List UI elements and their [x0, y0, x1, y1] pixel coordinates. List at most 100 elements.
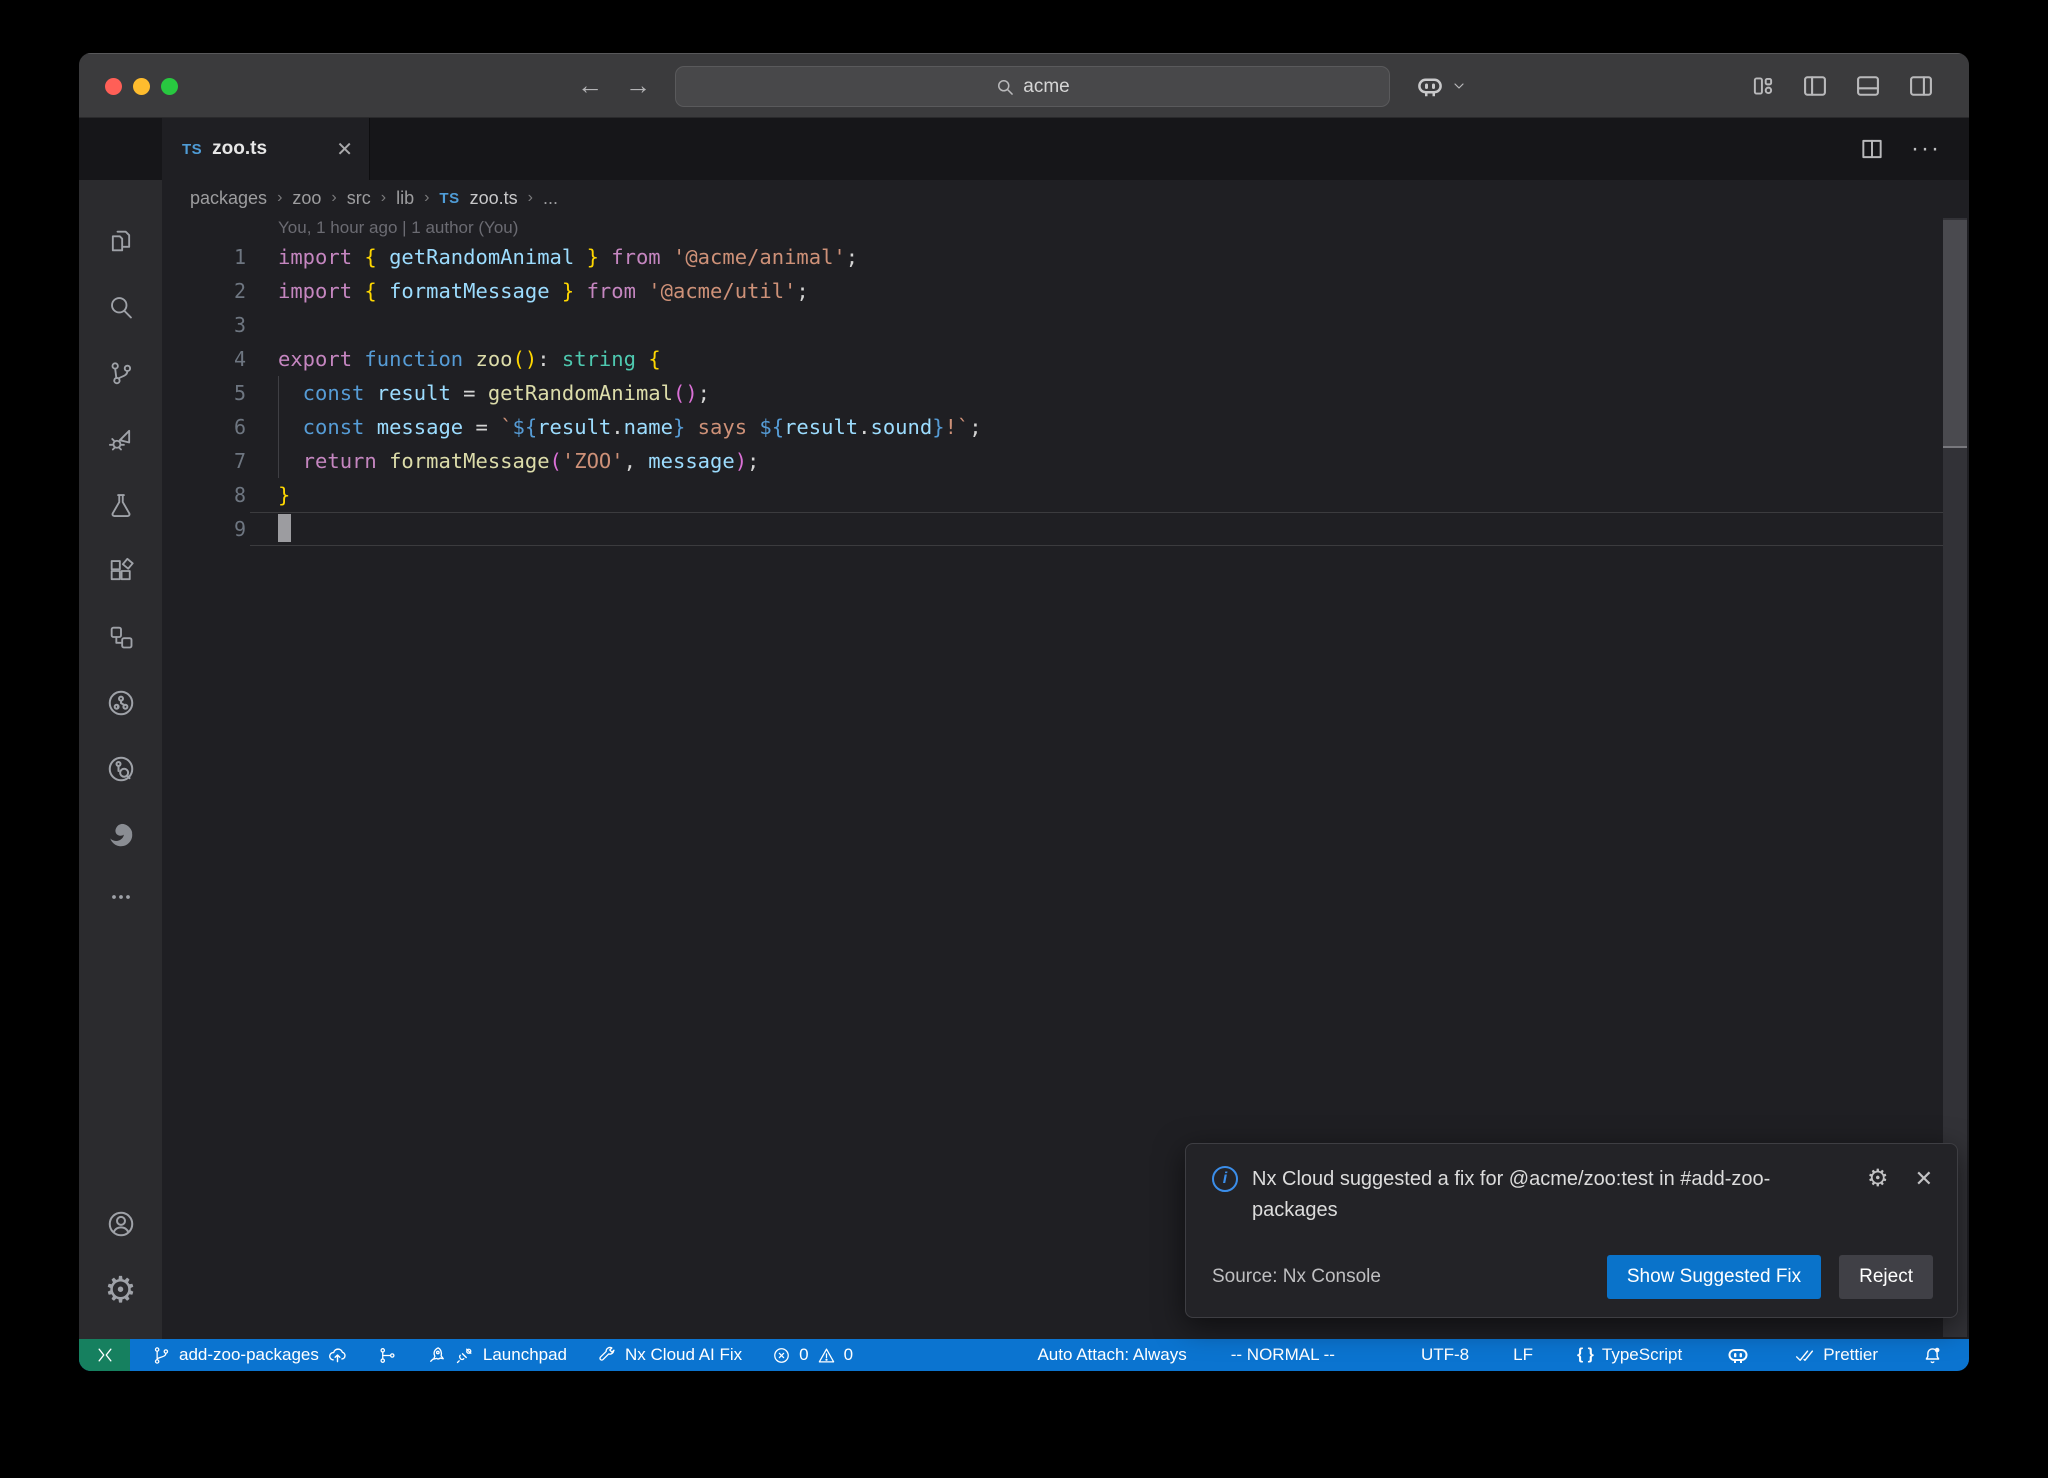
toggle-primary-sidebar-icon[interactable] — [1801, 72, 1829, 100]
zoom-window-button[interactable] — [161, 78, 178, 95]
reject-button[interactable]: Reject — [1839, 1255, 1933, 1299]
prettier-item[interactable]: Prettier — [1786, 1339, 1886, 1371]
edge-tools-icon[interactable] — [93, 802, 149, 868]
git-branch-icon — [152, 1346, 171, 1365]
title-bar: ← → acme — [79, 53, 1969, 118]
language-mode-item[interactable]: { } TypeScript — [1569, 1339, 1690, 1371]
close-window-button[interactable] — [105, 78, 122, 95]
double-check-icon — [1794, 1345, 1815, 1366]
code-line-3[interactable]: 3 — [162, 308, 1969, 342]
toggle-panel-icon[interactable] — [1854, 72, 1882, 100]
eol-item[interactable]: LF — [1505, 1339, 1541, 1371]
code-line-5[interactable]: 5 const result = getRandomAnimal(); — [162, 376, 1969, 410]
account-icon[interactable] — [93, 1191, 149, 1257]
launchpad-label: Launchpad — [483, 1345, 567, 1365]
more-views-icon[interactable] — [93, 868, 149, 926]
tab-zoo-ts[interactable]: TS zoo.ts ✕ — [162, 118, 370, 180]
code-line-7[interactable]: 7 return formatMessage('ZOO', message); — [162, 444, 1969, 478]
breadcrumb-item-file[interactable]: zoo.ts — [470, 188, 518, 209]
breadcrumb-item-zoo[interactable]: zoo — [292, 188, 321, 209]
split-editor-icon[interactable] — [1859, 136, 1885, 162]
vim-mode-item[interactable]: -- NORMAL -- — [1223, 1339, 1343, 1371]
remote-indicator[interactable] — [79, 1339, 130, 1371]
launchpad-item[interactable]: Launchpad — [419, 1339, 575, 1371]
run-debug-icon[interactable] — [93, 406, 149, 472]
code-text: return formatMessage('ZOO', message); — [246, 444, 759, 478]
code-line-8[interactable]: 8} — [162, 478, 1969, 512]
customize-layout-icon[interactable] — [1750, 73, 1776, 99]
branch-name: add-zoo-packages — [179, 1345, 319, 1365]
line-number: 9 — [162, 512, 246, 546]
cloud-upload-icon — [327, 1345, 348, 1366]
copilot-status-item[interactable] — [1718, 1339, 1758, 1371]
git-branch-item[interactable]: add-zoo-packages — [144, 1339, 356, 1371]
code-line-1[interactable]: 1import { getRandomAnimal } from '@acme/… — [162, 240, 1969, 274]
extensions-icon[interactable] — [93, 538, 149, 604]
notifications-bell-item[interactable] — [1914, 1339, 1951, 1371]
minimize-window-button[interactable] — [133, 78, 150, 95]
line-number: 5 — [162, 376, 246, 410]
vim-block-cursor — [278, 514, 291, 542]
notification-settings-gear-icon[interactable]: ⚙ — [1867, 1164, 1889, 1193]
code-line-9[interactable]: 9 — [162, 512, 1969, 546]
activity-bar: ⚙ — [79, 180, 162, 1339]
gitlens-blame-annotation[interactable]: You, 1 hour ago | 1 author (You) — [162, 216, 1969, 240]
toggle-secondary-sidebar-icon[interactable] — [1907, 72, 1935, 100]
tab-bar: TS zoo.ts ✕ ··· — [79, 118, 1969, 180]
command-center-search[interactable]: acme — [675, 66, 1390, 107]
breadcrumb-item-packages[interactable]: packages — [190, 188, 267, 209]
copilot-icon[interactable] — [1415, 71, 1445, 101]
info-icon: i — [1212, 1166, 1238, 1192]
breadcrumb-item-lib[interactable]: lib — [396, 188, 414, 209]
wrench-icon — [597, 1345, 617, 1365]
line-number: 3 — [162, 308, 246, 342]
code-line-6[interactable]: 6 const message = `${result.name} says $… — [162, 410, 1969, 444]
code-lines: 1import { getRandomAnimal } from '@acme/… — [162, 240, 1969, 546]
status-bar: add-zoo-packages Launchpad Nx Cloud AI F… — [79, 1339, 1969, 1371]
code-text: export function zoo(): string { — [246, 342, 661, 376]
code-line-4[interactable]: 4export function zoo(): string { — [162, 342, 1969, 376]
settings-gear-icon[interactable]: ⚙ — [93, 1257, 149, 1323]
chevron-right-icon: › — [528, 189, 533, 207]
nx-cloud-fix-item[interactable]: Nx Cloud AI Fix — [589, 1339, 750, 1371]
encoding-item[interactable]: UTF-8 — [1413, 1339, 1477, 1371]
search-icon — [995, 77, 1015, 97]
traffic-lights — [105, 78, 178, 95]
warning-count: 0 — [844, 1345, 853, 1365]
chevron-down-icon[interactable] — [1451, 78, 1467, 94]
explorer-icon[interactable] — [93, 208, 149, 274]
search-icon[interactable] — [93, 274, 149, 340]
copilot-icon — [1726, 1343, 1750, 1367]
tab-label: zoo.ts — [212, 138, 267, 160]
source-control-icon[interactable] — [93, 340, 149, 406]
breadcrumb-more[interactable]: ... — [543, 188, 558, 209]
line-number: 1 — [162, 240, 246, 274]
line-number: 2 — [162, 274, 246, 308]
back-arrow[interactable]: ← — [577, 70, 603, 101]
git-graph-icon — [378, 1346, 397, 1365]
warning-icon — [817, 1346, 836, 1365]
testing-icon[interactable] — [93, 472, 149, 538]
problems-item[interactable]: 0 0 — [764, 1339, 861, 1371]
forward-arrow[interactable]: → — [625, 70, 651, 101]
notification-message: Nx Cloud suggested a fix for @acme/zoo:t… — [1252, 1164, 1837, 1226]
git-graph-item[interactable] — [370, 1339, 405, 1371]
code-text — [246, 308, 278, 342]
chevron-right-icon: › — [277, 189, 282, 207]
show-suggested-fix-button[interactable]: Show Suggested Fix — [1607, 1255, 1821, 1299]
editor-scrollbar-slider[interactable] — [1943, 220, 1967, 448]
tab-close-icon[interactable]: ✕ — [336, 137, 353, 162]
notification-close-icon[interactable]: ✕ — [1915, 1166, 1933, 1192]
rocket-icon — [427, 1345, 447, 1365]
code-line-2[interactable]: 2import { formatMessage } from '@acme/ut… — [162, 274, 1969, 308]
code-text: import { getRandomAnimal } from '@acme/a… — [246, 240, 858, 274]
search-text: acme — [1023, 76, 1069, 98]
editor-more-actions-icon[interactable]: ··· — [1911, 135, 1941, 163]
auto-attach-item[interactable]: Auto Attach: Always — [1029, 1339, 1194, 1371]
breadcrumb-item-src[interactable]: src — [347, 188, 371, 209]
gitlens-icon[interactable] — [93, 736, 149, 802]
code-text — [246, 512, 291, 546]
nx-fix-label: Nx Cloud AI Fix — [625, 1345, 742, 1365]
nx-cloud-icon[interactable] — [93, 670, 149, 736]
nx-console-icon[interactable] — [93, 604, 149, 670]
